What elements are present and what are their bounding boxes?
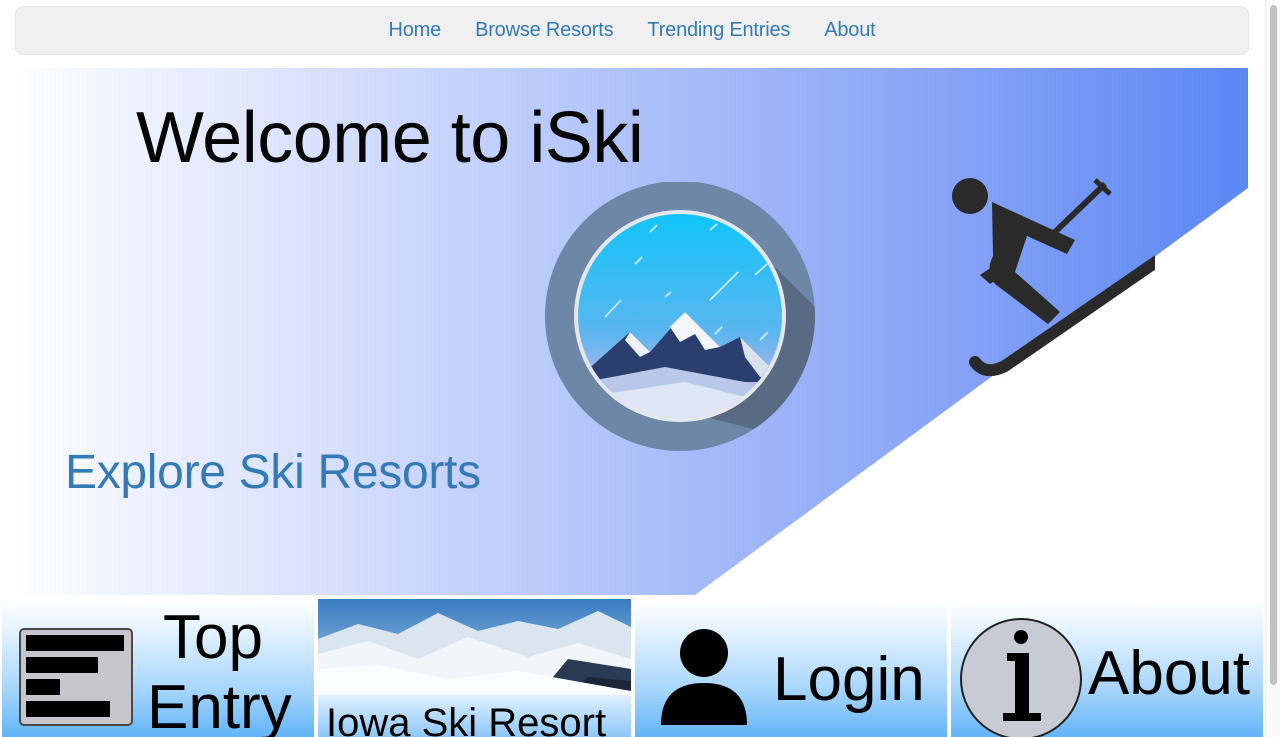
vertical-scrollbar[interactable]: [1265, 0, 1280, 737]
resort-photo: [318, 599, 631, 695]
login-label: Login: [773, 645, 925, 714]
login-tile[interactable]: Login: [635, 599, 947, 737]
feature-tiles: Top Entry Iowa Ski Resort Login About: [0, 597, 1265, 737]
page: Home Browse Resorts Trending Entries Abo…: [0, 0, 1280, 737]
about-label: About: [1088, 639, 1251, 708]
user-icon: [661, 629, 747, 725]
explore-ski-resorts-link[interactable]: Explore Ski Resorts: [65, 443, 481, 503]
skier-icon: [952, 178, 1155, 377]
mountain-lens-logo: [545, 182, 815, 451]
leaderboard-icon: [19, 628, 133, 726]
about-tile[interactable]: About: [951, 599, 1263, 737]
hero-title: Welcome to iSki: [136, 98, 644, 178]
top-entry-line2: Entry: [147, 673, 292, 737]
hero-banner: Welcome to iSki Explore Ski Resorts: [15, 68, 1248, 595]
top-entry-line1: Top: [163, 603, 263, 672]
nav-browse-resorts-link[interactable]: Browse Resorts: [475, 19, 614, 42]
info-icon: [960, 618, 1082, 737]
nav-about-link[interactable]: About: [824, 19, 875, 42]
nav-home-link[interactable]: Home: [389, 19, 442, 42]
scrollbar-thumb[interactable]: [1270, 5, 1277, 685]
nav-trending-entries-link[interactable]: Trending Entries: [647, 19, 790, 42]
top-entry-tile[interactable]: Top Entry: [2, 599, 314, 737]
resort-tile[interactable]: Iowa Ski Resort: [318, 599, 631, 737]
top-navbar: Home Browse Resorts Trending Entries Abo…: [15, 6, 1249, 55]
resort-label: Iowa Ski Resort: [326, 701, 607, 737]
